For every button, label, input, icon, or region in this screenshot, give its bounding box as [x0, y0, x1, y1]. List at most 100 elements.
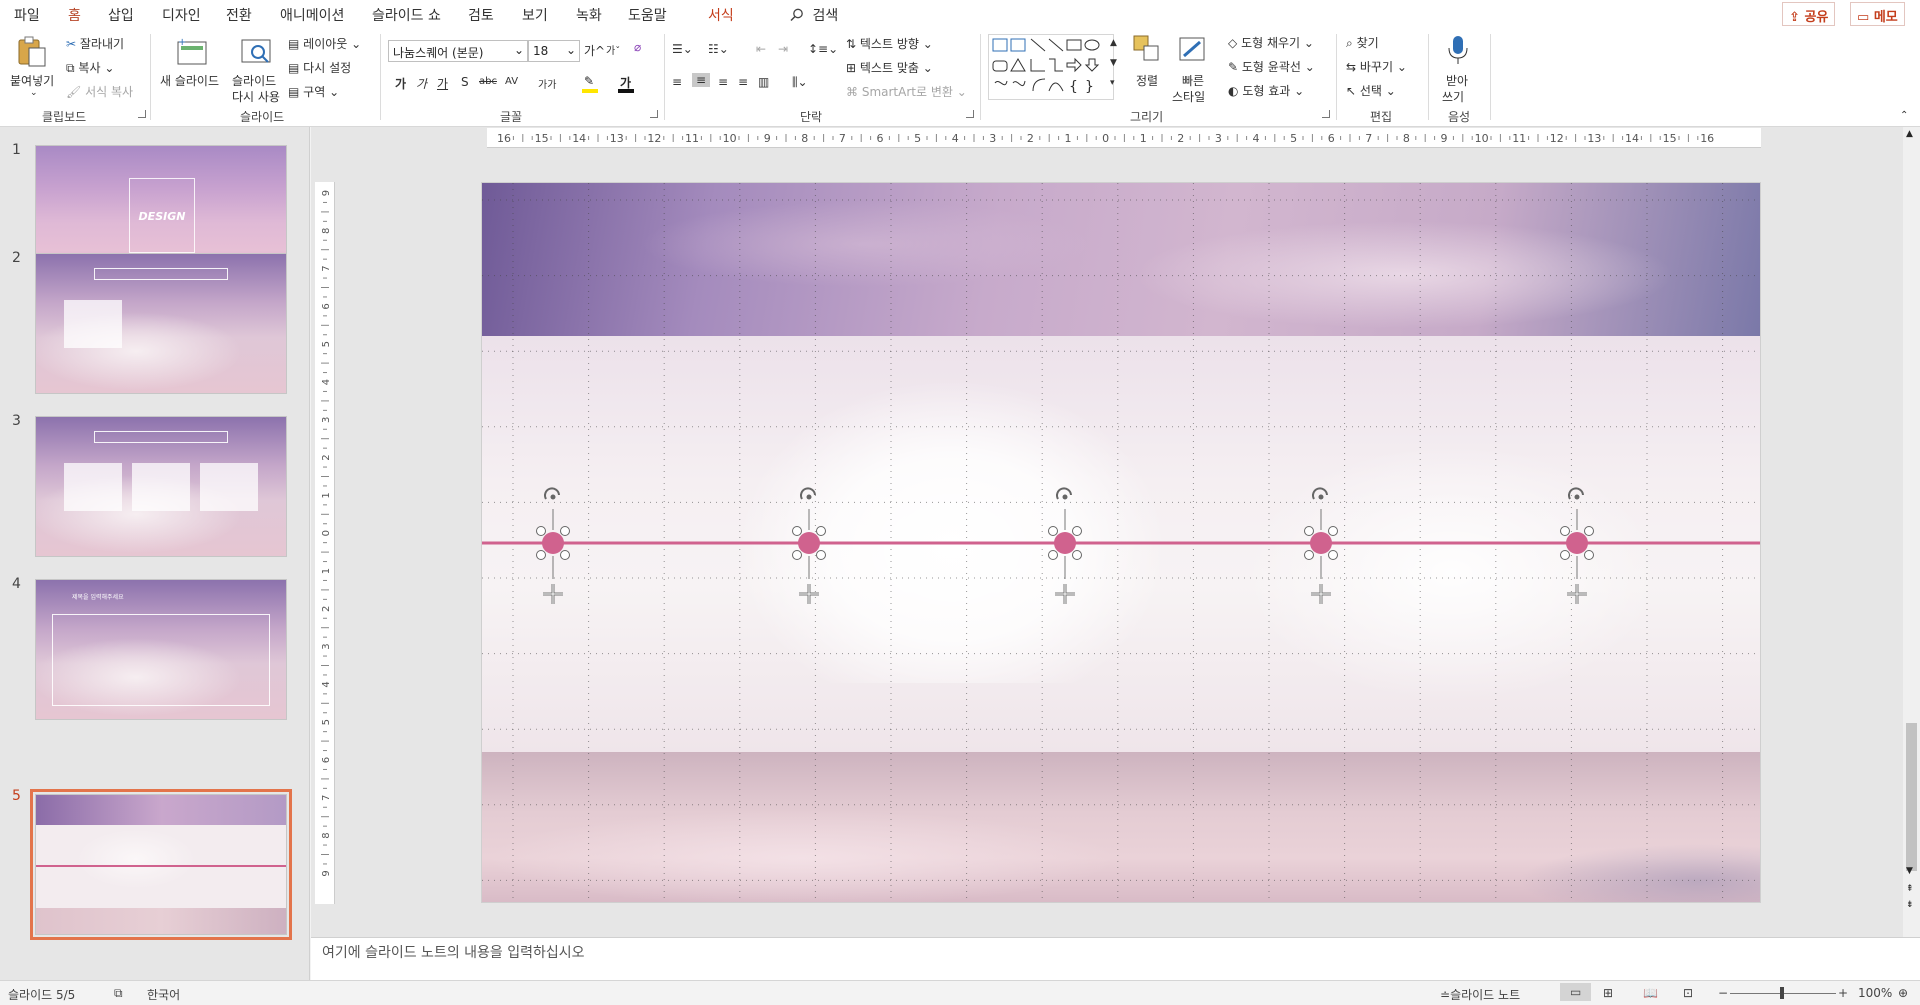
tab-help[interactable]: 도움말: [628, 5, 667, 25]
slide-thumbnail-2[interactable]: [35, 253, 287, 394]
scroll-down-icon[interactable]: ▼: [1906, 866, 1913, 876]
zoom-in-icon[interactable]: +: [1838, 986, 1848, 1000]
copy-button[interactable]: ⧉ 복사 ⌄: [66, 59, 114, 76]
tab-slideshow[interactable]: 슬라이드 쇼: [372, 5, 441, 25]
dictate-button[interactable]: 받아 쓰기: [1438, 34, 1478, 104]
italic-button[interactable]: 가: [416, 75, 427, 92]
resize-handle[interactable]: [1584, 526, 1594, 536]
resize-handle[interactable]: [1560, 550, 1570, 560]
scroll-up-icon[interactable]: ▲: [1906, 129, 1913, 139]
move-handle-icon[interactable]: [1567, 584, 1587, 604]
timeline-point[interactable]: [792, 487, 826, 604]
smartart-button[interactable]: ⌘ SmartArt로 변환 ⌄: [846, 83, 967, 100]
move-handle-icon[interactable]: [1311, 584, 1331, 604]
cut-button[interactable]: ✂ 잘라내기: [66, 35, 124, 52]
shadow-button[interactable]: S: [461, 75, 469, 89]
slide-canvas[interactable]: [481, 182, 1761, 903]
layout-button[interactable]: ▤ 레이아웃 ⌄: [288, 35, 361, 52]
timeline-point[interactable]: [1560, 487, 1594, 604]
shape-outline-button[interactable]: ✎ 도형 윤곽선 ⌄: [1228, 58, 1315, 75]
tab-record[interactable]: 녹화: [576, 5, 602, 25]
resize-handle[interactable]: [1072, 526, 1082, 536]
accessibility-icon[interactable]: ⧉: [114, 986, 123, 1001]
move-handle-icon[interactable]: [799, 584, 819, 604]
align-right-icon[interactable]: ≡: [718, 75, 728, 89]
find-button[interactable]: ⌕ 찾기: [1346, 34, 1379, 51]
gallery-scroll-up-icon[interactable]: ▲: [1110, 38, 1117, 48]
resize-handle[interactable]: [560, 550, 570, 560]
line-spacing-button[interactable]: ↕≡⌄: [808, 42, 838, 56]
strikethrough-button[interactable]: abc: [479, 76, 497, 87]
normal-view-icon[interactable]: ▭: [1560, 983, 1592, 1001]
timeline-dot[interactable]: [798, 532, 820, 554]
resize-handle[interactable]: [792, 550, 802, 560]
font-launcher-icon[interactable]: [650, 110, 658, 118]
resize-handle[interactable]: [1072, 550, 1082, 560]
resize-handle[interactable]: [1560, 526, 1570, 536]
resize-handle[interactable]: [792, 526, 802, 536]
slide-thumbnail-4[interactable]: 제목을 입력해주세요: [35, 579, 287, 720]
select-button[interactable]: ↖ 선택 ⌄: [1346, 82, 1396, 99]
bullets-button[interactable]: ☰⌄: [672, 42, 693, 56]
text-direction-button[interactable]: ⇅ 텍스트 방향 ⌄: [846, 35, 933, 52]
font-color-button[interactable]: 가: [618, 74, 638, 94]
zoom-out-icon[interactable]: −: [1718, 986, 1728, 1000]
align-text-button[interactable]: ⊞ 텍스트 맞춤 ⌄: [846, 59, 933, 76]
timeline-dot[interactable]: [1310, 532, 1332, 554]
timeline-point[interactable]: [536, 487, 570, 604]
justify-icon[interactable]: ≡: [738, 75, 748, 89]
distributed-icon[interactable]: ▥: [758, 75, 769, 89]
tab-home[interactable]: 홈: [56, 5, 93, 33]
shape-fill-button[interactable]: ◇ 도형 채우기 ⌄: [1228, 34, 1314, 51]
resize-handle[interactable]: [536, 526, 546, 536]
timeline-dot[interactable]: [1566, 532, 1588, 554]
resize-handle[interactable]: [560, 526, 570, 536]
grow-font-button[interactable]: 가^: [584, 42, 605, 59]
slide-sorter-icon[interactable]: ⊞: [1603, 986, 1613, 1000]
timeline-dot[interactable]: [542, 532, 564, 554]
move-handle-icon[interactable]: [543, 584, 563, 604]
numbering-button[interactable]: ☷⌄: [708, 42, 729, 56]
char-spacing-button[interactable]: AV: [505, 76, 518, 87]
resize-handle[interactable]: [1048, 550, 1058, 560]
new-slide-button[interactable]: + 새 슬라이드: [160, 34, 226, 104]
reuse-slides-button[interactable]: 슬라이드 다시 사용: [230, 34, 284, 104]
share-button[interactable]: ⇪ 공유: [1782, 2, 1836, 26]
language-indicator[interactable]: 한국어: [147, 986, 180, 1003]
clipboard-launcher-icon[interactable]: [138, 110, 146, 118]
search-box[interactable]: 검색: [790, 5, 838, 25]
align-left-icon[interactable]: ≡: [672, 75, 682, 89]
next-slide-icon[interactable]: ⇟: [1906, 900, 1914, 910]
tab-design[interactable]: 디자인: [162, 5, 201, 25]
shrink-font-button[interactable]: 가ˇ: [606, 42, 620, 57]
tab-transitions[interactable]: 전환: [226, 5, 252, 25]
highlight-button[interactable]: ✎: [582, 74, 602, 94]
clear-format-icon[interactable]: ⌀: [634, 40, 641, 54]
comment-button[interactable]: ▭ 메모: [1850, 2, 1905, 26]
resize-handle[interactable]: [816, 526, 826, 536]
increase-indent-icon[interactable]: ⇥: [778, 42, 788, 56]
shapes-gallery[interactable]: {}: [988, 34, 1114, 100]
tab-format[interactable]: 서식: [708, 5, 734, 25]
resize-handle[interactable]: [1328, 526, 1338, 536]
reset-button[interactable]: ▤ 다시 설정: [288, 59, 351, 76]
zoom-slider-thumb[interactable]: [1780, 987, 1784, 999]
font-name-combo[interactable]: 나눔스퀘어 (본문) ⌄: [388, 40, 528, 62]
decrease-indent-icon[interactable]: ⇤: [756, 42, 766, 56]
move-handle-icon[interactable]: [1055, 584, 1075, 604]
notes-toggle-button[interactable]: ≐슬라이드 노트: [1440, 986, 1520, 1003]
quick-styles-button[interactable]: 빠른 스타일: [1170, 34, 1216, 104]
notes-placeholder[interactable]: 여기에 슬라이드 노트의 내용을 입력하십시오: [322, 942, 585, 962]
slide-thumbnail-3[interactable]: [35, 416, 287, 557]
scroll-thumb[interactable]: [1906, 723, 1917, 871]
font-size-combo[interactable]: 18 ⌄: [528, 40, 580, 62]
section-button[interactable]: ▤ 구역 ⌄: [288, 83, 339, 100]
collapse-ribbon-icon[interactable]: ⌃: [1900, 110, 1908, 121]
arrange-button[interactable]: 정렬: [1130, 34, 1164, 104]
drawing-launcher-icon[interactable]: [1322, 110, 1330, 118]
zoom-slider[interactable]: [1730, 987, 1836, 999]
tab-file[interactable]: 파일: [14, 5, 40, 25]
format-painter-button[interactable]: 🖌 서식 복사: [66, 83, 133, 100]
reading-view-icon[interactable]: 📖: [1643, 986, 1658, 1000]
resize-handle[interactable]: [1328, 550, 1338, 560]
